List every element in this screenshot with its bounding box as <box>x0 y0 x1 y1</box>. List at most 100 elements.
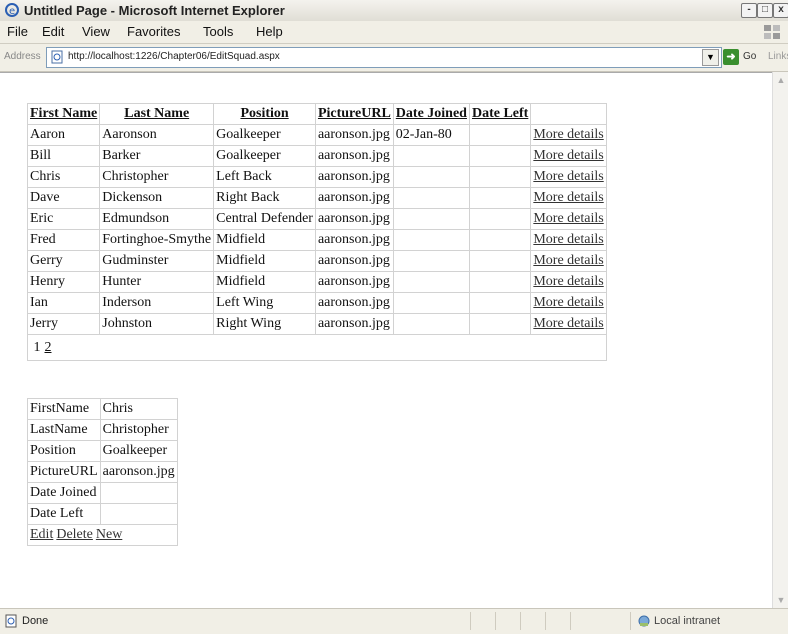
svg-text:e: e <box>9 6 15 17</box>
cell-date-joined <box>392 292 470 314</box>
cell-first-name: Dave <box>26 187 101 209</box>
go-arrow-icon[interactable]: ➜ <box>723 49 739 65</box>
new-link[interactable]: New <box>96 527 122 542</box>
detail-value: Goalkeeper <box>99 440 178 462</box>
detail-row: Date Left <box>27 503 178 525</box>
cell-last-name: Christopher <box>99 166 215 188</box>
more-details-link[interactable]: More details <box>530 208 607 230</box>
menu-favorites[interactable]: Favorites <box>127 24 180 39</box>
detail-value <box>99 503 178 525</box>
maximize-button[interactable]: □ <box>757 3 773 18</box>
cell-first-name: Henry <box>26 271 101 293</box>
cell-position: Midfield <box>213 271 316 293</box>
scroll-up-icon[interactable]: ▲ <box>775 74 787 86</box>
address-label: Address <box>4 51 41 62</box>
cell-picture-url: aaronson.jpg <box>314 250 394 272</box>
cell-last-name: Edmundson <box>99 208 215 230</box>
cell-last-name: Gudminster <box>99 250 215 272</box>
cell-date-joined <box>392 250 470 272</box>
cell-date-joined <box>392 271 470 293</box>
header-date-joined[interactable]: Date Joined <box>392 103 470 125</box>
cell-picture-url: aaronson.jpg <box>314 124 394 146</box>
links-label[interactable]: Links <box>768 51 788 62</box>
header-date-left[interactable]: Date Left <box>468 103 532 125</box>
minimize-button[interactable]: - <box>741 3 757 18</box>
cell-date-left <box>468 271 532 293</box>
cell-last-name: Aaronson <box>99 124 215 146</box>
detail-label: Date Left <box>27 503 101 525</box>
cell-first-name: Eric <box>26 208 101 230</box>
more-details-link[interactable]: More details <box>530 250 607 272</box>
go-button[interactable]: Go <box>743 51 756 62</box>
cell-picture-url: aaronson.jpg <box>314 292 394 314</box>
detail-label: Date Joined <box>27 482 101 504</box>
cell-picture-url: aaronson.jpg <box>314 145 394 167</box>
cell-first-name: Jerry <box>26 313 101 335</box>
scroll-down-icon[interactable]: ▼ <box>775 594 787 606</box>
cell-date-joined <box>392 208 470 230</box>
security-zone-label: Local intranet <box>654 615 721 627</box>
title-bar: e Untitled Page - Microsoft Internet Exp… <box>0 0 788 22</box>
cell-date-left <box>468 292 532 314</box>
status-divider <box>520 612 521 630</box>
address-dropdown-icon[interactable]: ▼ <box>702 49 719 66</box>
cell-date-left <box>468 208 532 230</box>
vertical-scrollbar[interactable]: ▲ ▼ <box>772 72 788 608</box>
menu-file[interactable]: File <box>7 24 28 39</box>
table-row: Dave Dickenson Right Back aaronson.jpg M… <box>26 187 607 209</box>
header-first-name[interactable]: First Name <box>26 103 101 125</box>
more-details-link[interactable]: More details <box>530 187 607 209</box>
more-details-link[interactable]: More details <box>530 292 607 314</box>
detail-row: LastName Christopher <box>27 419 178 441</box>
cell-date-left <box>468 145 532 167</box>
status-bar: Done Local intranet <box>0 608 788 634</box>
cell-last-name: Dickenson <box>99 187 215 209</box>
cell-position: Goalkeeper <box>213 124 316 146</box>
more-details-link[interactable]: More details <box>530 145 607 167</box>
header-picture-url[interactable]: PictureURL <box>314 103 394 125</box>
header-position[interactable]: Position <box>213 103 316 125</box>
table-row: Henry Hunter Midfield aaronson.jpg More … <box>26 271 607 293</box>
cell-position: Central Defender <box>213 208 316 230</box>
delete-link[interactable]: Delete <box>56 527 93 542</box>
ie-logo-icon: e <box>5 3 19 17</box>
close-button[interactable]: x <box>773 3 788 18</box>
menu-view[interactable]: View <box>82 24 110 39</box>
menu-tools[interactable]: Tools <box>203 24 233 39</box>
more-details-link[interactable]: More details <box>530 166 607 188</box>
table-row: Gerry Gudminster Midfield aaronson.jpg M… <box>26 250 607 272</box>
cell-date-joined <box>392 145 470 167</box>
address-input[interactable]: http://localhost:1226/Chapter06/EditSqua… <box>46 47 722 68</box>
menu-help[interactable]: Help <box>256 24 283 39</box>
pager-page-link[interactable]: 2 <box>45 340 52 355</box>
more-details-link[interactable]: More details <box>530 313 607 335</box>
cell-position: Goalkeeper <box>213 145 316 167</box>
detail-row: PictureURL aaronson.jpg <box>27 461 178 483</box>
more-details-link[interactable]: More details <box>530 229 607 251</box>
cell-date-joined <box>392 229 470 251</box>
detail-label: Position <box>27 440 101 462</box>
cell-date-left <box>468 313 532 335</box>
grid-header-row: First Name Last Name Position PictureURL… <box>26 103 607 125</box>
status-text: Done <box>22 615 49 627</box>
cell-position: Midfield <box>213 250 316 272</box>
player-detailsview: FirstName Chris LastName Christopher Pos… <box>27 398 178 546</box>
cell-last-name: Hunter <box>99 271 215 293</box>
cell-last-name: Barker <box>99 145 215 167</box>
cell-picture-url: aaronson.jpg <box>314 208 394 230</box>
more-details-link[interactable]: More details <box>530 271 607 293</box>
cell-first-name: Aaron <box>26 124 101 146</box>
menu-edit[interactable]: Edit <box>42 24 64 39</box>
detail-value <box>99 482 178 504</box>
intranet-zone-icon <box>638 615 650 627</box>
detail-label: FirstName <box>27 398 101 420</box>
header-actions <box>530 103 607 125</box>
edit-link[interactable]: Edit <box>30 527 53 542</box>
header-last-name[interactable]: Last Name <box>99 103 215 125</box>
cell-picture-url: aaronson.jpg <box>314 271 394 293</box>
more-details-link[interactable]: More details <box>530 124 607 146</box>
table-row: Bill Barker Goalkeeper aaronson.jpg More… <box>26 145 607 167</box>
detail-value: Chris <box>99 398 178 420</box>
grid-pager-row: 12 <box>27 334 607 361</box>
page-done-icon <box>5 614 17 628</box>
